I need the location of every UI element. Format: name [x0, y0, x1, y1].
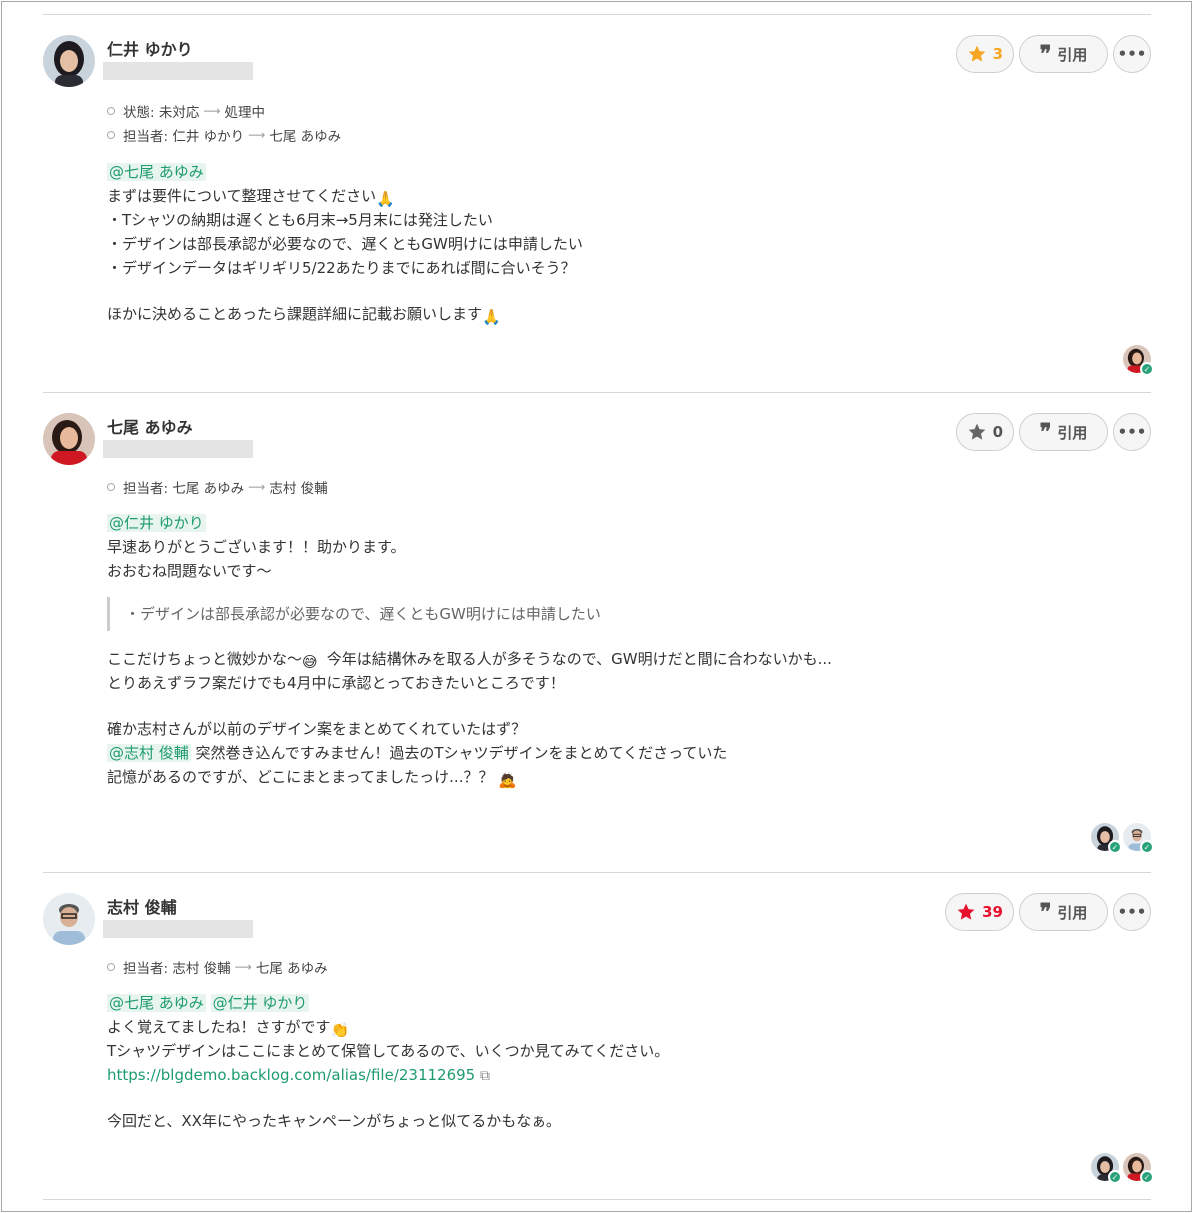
more-icon: •••	[1117, 903, 1147, 921]
check-icon: ✓	[1140, 840, 1154, 854]
reader-avatar[interactable]: ✓	[1123, 345, 1154, 376]
mention[interactable]: @仁井 ゆかり	[107, 514, 206, 532]
change-log: 状態: 未対応 ⟶ 処理中 担当者: 仁井 ゆかり ⟶ 七尾 あゆみ	[107, 99, 341, 147]
star-count: 3	[992, 45, 1003, 63]
quote-icon: ❞	[1039, 41, 1052, 67]
avatar[interactable]	[43, 893, 95, 945]
comment-body: @七尾 あゆみ まずは要件について整理させてください🙏 ・Tシャツの納期は遅くと…	[107, 163, 583, 326]
timestamp-placeholder	[103, 62, 253, 80]
arrow-icon: ⟶	[248, 480, 266, 494]
read-indicators: ✓ ✓	[1091, 1153, 1154, 1184]
check-icon: ✓	[1108, 1170, 1122, 1184]
quote-icon: ❞	[1039, 899, 1052, 925]
quote-label: 引用	[1057, 903, 1088, 922]
mention[interactable]: @七尾 あゆみ	[107, 163, 206, 181]
more-button[interactable]: •••	[1113, 35, 1151, 73]
pray-emoji-icon: 🙏	[482, 308, 501, 326]
avatar[interactable]	[43, 413, 95, 465]
star-icon	[968, 45, 985, 62]
check-icon: ✓	[1140, 1170, 1154, 1184]
timestamp-placeholder	[103, 920, 253, 938]
timestamp-placeholder	[103, 440, 253, 458]
mention[interactable]: @七尾 あゆみ	[107, 994, 206, 1012]
file-link[interactable]: https://blgdemo.backlog.com/alias/file/2…	[107, 1066, 475, 1084]
change-log: 担当者: 志村 俊輔 ⟶ 七尾 あゆみ	[107, 955, 328, 979]
quote-label: 引用	[1057, 423, 1088, 442]
read-indicators: ✓	[1123, 345, 1154, 376]
reader-avatar[interactable]: ✓	[1123, 823, 1154, 854]
more-button[interactable]: •••	[1113, 893, 1151, 931]
change-item: 状態: 未対応 ⟶ 処理中	[107, 99, 341, 123]
quote-button[interactable]: ❞ 引用	[1019, 35, 1108, 73]
read-indicators: ✓ ✓	[1091, 823, 1154, 854]
quote-button[interactable]: ❞ 引用	[1019, 893, 1108, 931]
comment-actions: 3 ❞ 引用 •••	[955, 35, 1151, 73]
author-name[interactable]: 志村 俊輔	[107, 894, 177, 918]
arrow-icon: ⟶	[234, 960, 252, 974]
change-item: 担当者: 志村 俊輔 ⟶ 七尾 あゆみ	[107, 955, 328, 979]
star-count: 0	[992, 423, 1003, 441]
clap-emoji-icon: 👏	[330, 1021, 350, 1039]
quote-button[interactable]: ❞ 引用	[1019, 413, 1108, 451]
author-name[interactable]: 仁井 ゆかり	[107, 36, 193, 60]
mention[interactable]: @仁井 ゆかり	[210, 994, 310, 1012]
reader-avatar[interactable]: ✓	[1091, 823, 1122, 854]
author-name[interactable]: 七尾 あゆみ	[107, 414, 193, 438]
comment-body: @仁井 ゆかり 早速ありがとうございます！！助かります。 おおむね問題ないです〜…	[107, 514, 832, 789]
change-log: 担当者: 七尾 あゆみ ⟶ 志村 俊輔	[107, 475, 328, 499]
more-button[interactable]: •••	[1113, 413, 1151, 451]
reader-avatar[interactable]: ✓	[1123, 1153, 1154, 1184]
more-icon: •••	[1117, 423, 1147, 441]
bowing-emoji-icon: 🙇	[498, 771, 517, 789]
star-button[interactable]: 3	[955, 35, 1014, 73]
check-icon: ✓	[1140, 362, 1154, 376]
comment-actions: 39 ❞ 引用 •••	[945, 893, 1151, 931]
star-button[interactable]: 0	[955, 413, 1014, 451]
quoted-text: ・デザインは部長承認が必要なので、遅くともGW明けには申請したい	[107, 597, 832, 631]
change-item: 担当者: 仁井 ゆかり ⟶ 七尾 あゆみ	[107, 123, 341, 147]
external-link-icon[interactable]: ⧉	[480, 1068, 490, 1084]
quote-label: 引用	[1057, 45, 1088, 64]
mention[interactable]: @志村 俊輔	[107, 744, 191, 762]
comment-card: 七尾 あゆみ 0 ❞ 引用 ••• 担当者: 七尾 あゆみ ⟶ 志村 俊輔 @仁井 …	[43, 392, 1154, 872]
comment-card: 仁井 ゆかり 3 ❞ 引用 ••• 状態: 未対応 ⟶ 処理中 担当者: 仁井 ゆか…	[43, 14, 1154, 392]
avatar[interactable]	[43, 35, 95, 87]
quote-icon: ❞	[1039, 419, 1052, 445]
reader-avatar[interactable]: ✓	[1091, 1153, 1122, 1184]
pray-emoji-icon: 🙏	[376, 190, 395, 208]
star-icon	[968, 423, 985, 440]
arrow-icon: ⟶	[203, 104, 221, 118]
star-button[interactable]: 39	[945, 893, 1014, 931]
star-count: 39	[982, 903, 1003, 921]
change-item: 担当者: 七尾 あゆみ ⟶ 志村 俊輔	[107, 475, 328, 499]
more-icon: •••	[1117, 45, 1147, 63]
comment-body: @七尾 あゆみ @仁井 ゆかり よく覚えてましたね！さすがです👏 Tシャツデザイ…	[107, 994, 670, 1130]
check-icon: ✓	[1108, 840, 1122, 854]
arrow-icon: ⟶	[248, 128, 266, 142]
comment-card: 志村 俊輔 39 ❞ 引用 ••• 担当者: 志村 俊輔 ⟶ 七尾 あゆみ @七尾 …	[43, 872, 1154, 1200]
comment-actions: 0 ❞ 引用 •••	[955, 413, 1151, 451]
star-icon	[957, 903, 975, 920]
sweat-smile-emoji-icon: 😅	[302, 653, 318, 671]
